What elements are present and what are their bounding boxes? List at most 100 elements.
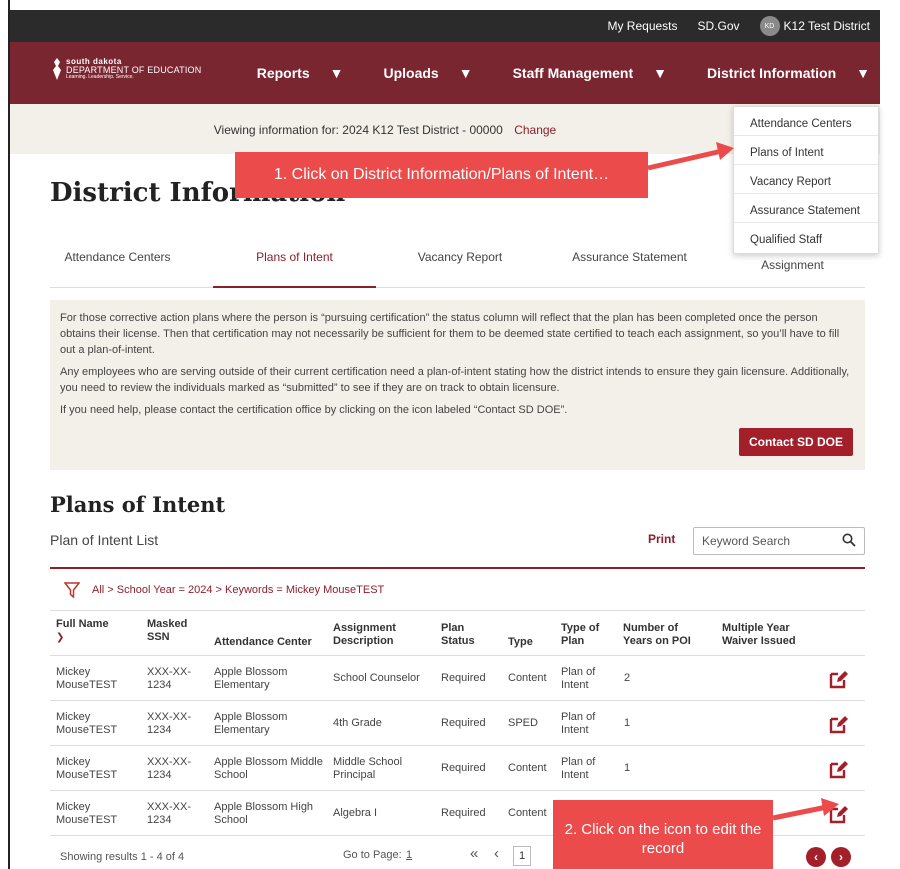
cell-assignment: 4th Grade (333, 717, 382, 729)
current-page[interactable]: 1 (513, 846, 531, 866)
search-placeholder: Keyword Search (702, 534, 791, 548)
callout-step-1: 1. Click on District Information/Plans o… (235, 152, 648, 198)
cell-plan: Plan of Intent (561, 665, 596, 691)
sd-gov-link[interactable]: SD.Gov (698, 19, 740, 33)
user-menu[interactable]: KD K12 Test District (759, 16, 870, 36)
tab-vacancy-report[interactable]: Vacancy Report (395, 238, 525, 288)
callout-arrow-icon (772, 798, 839, 821)
col-masked-ssn[interactable]: Masked SSN (147, 618, 192, 644)
edit-icon[interactable] (829, 714, 849, 734)
filter-icon[interactable] (64, 581, 80, 598)
prev-page-icon[interactable]: ‹ (494, 845, 499, 862)
search-icon[interactable] (842, 533, 856, 547)
chevron-down-icon: ▼ (458, 65, 473, 81)
callout-step-2: 2. Click on the icon to edit the record (553, 800, 773, 869)
cell-plan: Plan of Intent (561, 755, 596, 781)
nav-staff-management[interactable]: Staff Management ▼ (493, 65, 667, 81)
cell-status: Required (441, 762, 486, 774)
cell-assignment: School Counselor (333, 672, 420, 684)
nav-district-information[interactable]: District Information ▼ (687, 65, 870, 81)
info-paragraph: Any employees who are serving outside of… (60, 366, 850, 394)
cell-plan: Plan of Intent (561, 710, 596, 736)
menu-item-qualified-staff[interactable]: Qualified Staff (734, 223, 878, 252)
cell-ssn: XXX-XX-1234 (147, 710, 192, 736)
callout-arrow-icon (647, 142, 734, 171)
col-assignment[interactable]: Assignment Description (333, 622, 418, 648)
filter-text: All > School Year = 2024 > Keywords = Mi… (92, 583, 385, 596)
cell-center: Apple Blossom Elementary (214, 665, 288, 691)
sd-doe-logo[interactable]: south dakota DEPARTMENT OF EDUCATION Lea… (52, 58, 201, 80)
info-paragraph: If you need help, please contact the cer… (60, 404, 568, 416)
viewing-value: 2024 K12 Test District - 00000 (342, 123, 503, 137)
logo-tagline: Learning. Leadership. Service. (66, 74, 134, 80)
cell-ssn: XXX-XX-1234 (147, 800, 192, 826)
menu-item-assurance-statement[interactable]: Assurance Statement (734, 194, 878, 223)
cell-name: Mickey MouseTEST (56, 710, 118, 736)
cell-years: 2 (624, 672, 631, 684)
change-link[interactable]: Change (514, 123, 556, 137)
cell-ssn: XXX-XX-1234 (147, 665, 192, 691)
cell-name: Mickey MouseTEST (56, 665, 118, 691)
district-information-dropdown: Attendance Centers Plans of Intent Vacan… (733, 106, 879, 254)
col-plan-status[interactable]: Plan Status (441, 622, 486, 648)
cell-type: Content (508, 672, 547, 684)
cell-ssn: XXX-XX-1234 (147, 755, 192, 781)
goto-page-input[interactable]: 1 (406, 849, 412, 861)
cell-status: Required (441, 807, 486, 819)
cell-center: Apple Blossom High School (214, 800, 314, 826)
user-district-label: K12 Test District (783, 19, 870, 33)
cell-type: SPED (508, 717, 538, 729)
cell-type: Content (508, 807, 547, 819)
chevron-down-icon: ▼ (653, 65, 668, 81)
cell-name: Mickey MouseTEST (56, 800, 118, 826)
nav-reports[interactable]: Reports ▼ (237, 65, 344, 81)
my-requests-link[interactable]: My Requests (607, 19, 677, 33)
main-navigation: south dakota DEPARTMENT OF EDUCATION Lea… (10, 42, 880, 104)
list-label: Plan of Intent List (50, 532, 159, 548)
col-type-of-plan[interactable]: Type of Plan (561, 622, 606, 648)
menu-item-attendance-centers[interactable]: Attendance Centers (734, 107, 878, 136)
cell-assignment: Middle School Principal (333, 755, 403, 781)
utility-bar: My Requests SD.Gov KD K12 Test District (10, 10, 880, 42)
avatar: KD (759, 16, 780, 36)
col-type[interactable]: Type (508, 636, 548, 649)
first-page-icon[interactable]: « (470, 845, 478, 862)
results-count: Showing results 1 - 4 of 4 (60, 851, 185, 863)
contact-sd-doe-button[interactable]: Contact SD DOE (738, 428, 853, 456)
table-row: Mickey MouseTEST XXX-XX-1234 Apple Bloss… (50, 746, 865, 791)
section-title: Plans of Intent (50, 492, 226, 517)
viewing-label: Viewing information for: (213, 123, 339, 137)
tab-plans-of-intent[interactable]: Plans of Intent (213, 238, 376, 288)
cell-status: Required (441, 717, 486, 729)
cell-waiver (722, 656, 817, 701)
col-waiver[interactable]: Multiple Year Waiver Issued (722, 622, 817, 648)
tab-attendance-centers[interactable]: Attendance Centers (50, 238, 185, 288)
cell-years: 1 (624, 717, 631, 729)
cell-name: Mickey MouseTEST (56, 755, 118, 781)
table-header: Full Name ❯ Masked SSN Attendance Center … (50, 612, 865, 656)
col-attendance-center[interactable]: Attendance Center (214, 636, 329, 649)
keyword-search-input[interactable]: Keyword Search (693, 527, 865, 555)
cell-years: 1 (624, 762, 631, 774)
edit-icon[interactable] (829, 669, 849, 689)
edit-icon[interactable] (829, 759, 849, 779)
chevron-down-icon: ▼ (856, 65, 870, 81)
nav-uploads[interactable]: Uploads ▼ (363, 65, 472, 81)
menu-item-plans-of-intent[interactable]: Plans of Intent (734, 136, 878, 165)
next-arrow-icon[interactable]: › (831, 847, 851, 867)
chevron-down-icon: ▼ (329, 65, 344, 81)
col-years-on-poi[interactable]: Number of Years on POI (623, 622, 708, 648)
col-full-name[interactable]: Full Name ❯ (56, 618, 126, 644)
info-panel: For those corrective action plans where … (50, 300, 865, 470)
goto-page-label: Go to Page: (343, 849, 402, 861)
filter-breadcrumb: All > School Year = 2024 > Keywords = Mi… (50, 567, 865, 611)
cell-status: Required (441, 672, 486, 684)
prev-arrow-icon[interactable]: ‹ (806, 847, 826, 867)
tab-assurance-statement[interactable]: Assurance Statement (547, 238, 712, 288)
sort-down-icon: ❯ (56, 632, 65, 643)
cell-center: Apple Blossom Middle School (214, 755, 323, 781)
cell-assignment: Algebra I (333, 807, 378, 819)
state-outline-icon (53, 58, 61, 80)
menu-item-vacancy-report[interactable]: Vacancy Report (734, 165, 878, 194)
print-link[interactable]: Print (648, 532, 675, 546)
